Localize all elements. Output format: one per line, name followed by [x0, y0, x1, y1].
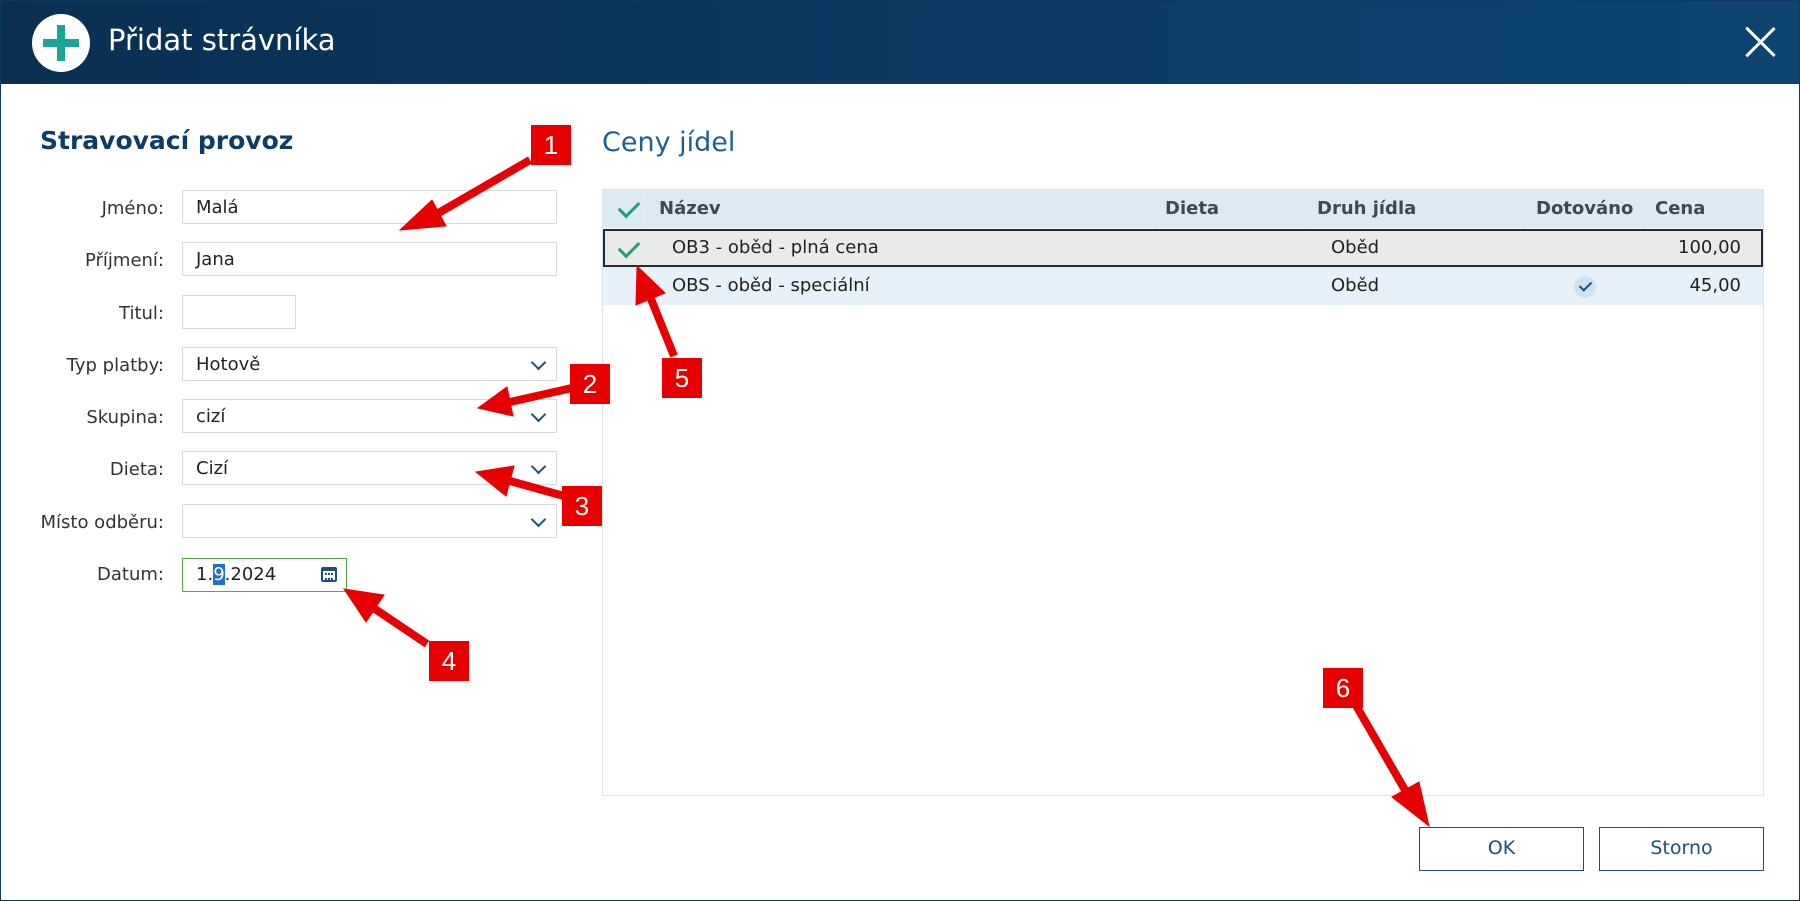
table-row[interactable]: OB3 - oběd - plná cena Oběd 100,00: [603, 229, 1763, 267]
cell-cena: 45,00: [1689, 275, 1741, 296]
col-dotovano[interactable]: Dotováno: [1536, 190, 1633, 228]
typ-platby-value: Hotově: [196, 354, 261, 375]
annotation-badge-3: 3: [562, 486, 602, 526]
label-typ-platby: Typ platby:: [66, 355, 164, 376]
datum-value-post: .2024: [224, 564, 277, 585]
chevron-down-icon[interactable]: [530, 406, 547, 423]
ok-button[interactable]: OK: [1419, 827, 1584, 871]
label-prijmeni: Příjmení:: [84, 250, 164, 271]
label-titul: Titul:: [119, 303, 164, 324]
storno-button[interactable]: Storno: [1599, 827, 1764, 871]
chevron-down-icon[interactable]: [530, 458, 547, 475]
label-misto-odberu: Místo odběru:: [40, 512, 164, 533]
annotation-badge-6: 6: [1323, 668, 1363, 708]
calendar-icon[interactable]: [321, 567, 337, 582]
datum-input[interactable]: 1.9.2024: [182, 558, 347, 592]
dotovano-check-icon: [1574, 276, 1596, 298]
titul-input[interactable]: [182, 295, 296, 329]
annotation-badge-5: 5: [662, 358, 702, 398]
table-row[interactable]: OBS - oběd - speciální Oběd 45,00: [603, 267, 1763, 305]
cell-druh: Oběd: [1331, 275, 1380, 296]
annotation-badge-1: 1: [531, 125, 571, 165]
prijmeni-input[interactable]: Jana: [182, 242, 557, 276]
label-skupina: Skupina:: [86, 407, 164, 428]
label-dieta: Dieta:: [109, 459, 164, 480]
label-jmeno: Jméno:: [101, 198, 164, 219]
datum-value-pre: 1.: [196, 564, 214, 585]
title-bar: Přidat strávníka: [1, 1, 1799, 84]
dieta-select[interactable]: Cizí: [182, 451, 557, 485]
cell-druh: Oběd: [1331, 237, 1380, 258]
typ-platby-select[interactable]: Hotově: [182, 347, 557, 381]
datum-value-selected: 9: [213, 564, 225, 585]
checked-icon[interactable]: [617, 235, 641, 259]
col-nazev[interactable]: Název: [659, 190, 721, 228]
col-cena[interactable]: Cena: [1655, 190, 1705, 228]
cell-nazev: OBS - oběd - speciální: [672, 275, 870, 296]
chevron-down-icon[interactable]: [530, 511, 547, 528]
misto-odberu-select[interactable]: [182, 504, 557, 538]
close-icon[interactable]: [1743, 25, 1777, 59]
plus-circle-icon: [32, 14, 90, 72]
annotation-badge-4: 4: [429, 641, 469, 681]
dieta-value: Cizí: [196, 458, 229, 479]
col-druh-jidla[interactable]: Druh jídla: [1317, 190, 1416, 228]
prijmeni-value: Jana: [196, 249, 235, 270]
skupina-select[interactable]: cizí: [182, 399, 557, 433]
dialog-title: Přidat strávníka: [108, 23, 336, 57]
chevron-down-icon[interactable]: [530, 354, 547, 371]
annotation-badge-2: 2: [570, 364, 610, 404]
cell-nazev: OB3 - oběd - plná cena: [672, 237, 879, 258]
section-title: Stravovací provoz: [40, 126, 294, 155]
jmeno-value: Malá: [196, 197, 239, 218]
prices-title: Ceny jídel: [602, 127, 736, 158]
jmeno-input[interactable]: Malá: [182, 190, 557, 224]
col-dieta[interactable]: Dieta: [1165, 190, 1219, 228]
check-all-icon[interactable]: [617, 195, 641, 219]
skupina-value: cizí: [196, 406, 226, 427]
label-datum: Datum:: [97, 564, 164, 585]
prices-grid: Název Dieta Druh jídla Dotováno Cena OB3…: [602, 189, 1764, 796]
grid-header: Název Dieta Druh jídla Dotováno Cena: [603, 190, 1763, 228]
dialog-window: Přidat strávníka Stravovací provoz Jméno…: [0, 0, 1800, 901]
cell-cena: 100,00: [1678, 237, 1741, 258]
